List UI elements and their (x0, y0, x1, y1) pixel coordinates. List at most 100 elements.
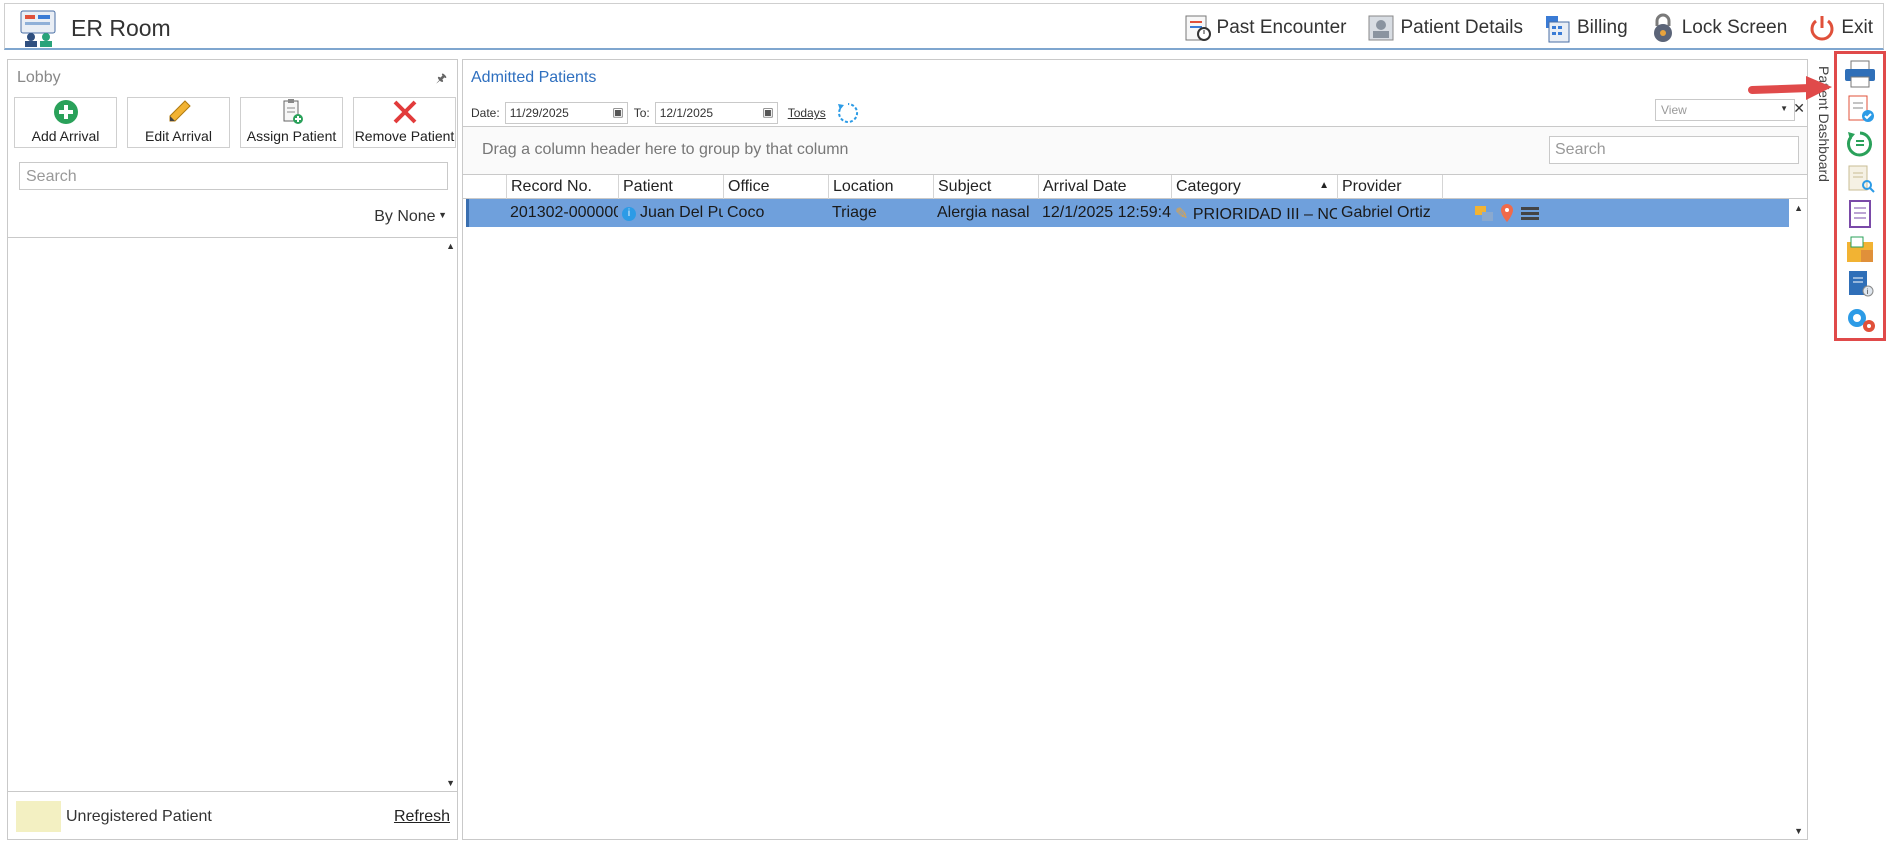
history-icon[interactable] (1843, 129, 1877, 159)
column-header-record-no[interactable]: Record No. (507, 175, 619, 199)
row-indicator-header (463, 175, 507, 199)
lobby-title: Lobby (17, 69, 61, 86)
report-icon[interactable] (1843, 199, 1877, 229)
patient-details-label: Patient Details (1400, 16, 1523, 38)
date-filter: Date: 11/29/2025 ▣ To: 12/1/2025 ▣ Todays (471, 99, 862, 127)
group-hint: Drag a column header here to group by th… (482, 141, 849, 158)
caret-down-icon: ▼ (1780, 104, 1788, 113)
power-icon (1810, 15, 1834, 40)
patient-dashboard-toolbar: i (1834, 51, 1886, 341)
past-encounter-label: Past Encounter (1216, 16, 1347, 38)
table-row[interactable]: 201302-0000001 i Juan Del Pueblo Coco Tri… (466, 199, 1789, 227)
date-from-input[interactable]: 11/29/2025 ▣ (504, 102, 628, 124)
past-encounter-icon (1185, 15, 1211, 41)
cell-category: ✎ PRIORIDAD III – NO URGENTE (1171, 199, 1337, 227)
lobby-list[interactable]: ▲ ▼ (8, 237, 457, 792)
cell-provider: Gabriel Ortiz (1341, 204, 1431, 221)
column-header-arrival-date[interactable]: Arrival Date (1039, 175, 1172, 199)
row-indicator (466, 199, 506, 227)
document-search-icon[interactable] (1843, 164, 1877, 194)
sort-ascending-icon: ▲ (1319, 180, 1329, 191)
column-header-subject[interactable]: Subject (934, 175, 1039, 199)
cell-record-no: 201302-0000001 (510, 204, 618, 221)
menu-icon[interactable] (1520, 204, 1540, 222)
info-icon[interactable]: i (622, 207, 636, 221)
scroll-down-arrow-icon[interactable]: ▼ (1794, 826, 1803, 836)
caret-down-icon: ▼ (435, 210, 447, 220)
edit-arrival-button[interactable]: Edit Arrival (127, 97, 230, 148)
exit-button[interactable]: Exit (1797, 4, 1883, 51)
assign-patient-label: Assign Patient (246, 128, 337, 144)
checklist-icon[interactable] (1843, 94, 1877, 124)
column-header-category[interactable]: Category ▲ (1172, 175, 1338, 199)
admitted-patients-panel: Admitted Patients Date: 11/29/2025 ▣ To: … (462, 59, 1808, 840)
admitted-title: Admitted Patients (471, 69, 597, 86)
printer-icon[interactable] (1843, 59, 1877, 89)
scroll-up-arrow-icon[interactable]: ▲ (1794, 203, 1803, 213)
todays-link[interactable]: Todays (788, 106, 826, 120)
unregistered-legend-label: Unregistered Patient (66, 808, 212, 825)
date-to-input[interactable]: 12/1/2025 ▣ (654, 102, 778, 124)
folder-icon[interactable] (1843, 234, 1877, 264)
calendar-icon[interactable]: ▣ (762, 105, 773, 119)
svg-text:i: i (1867, 288, 1869, 296)
lock-icon (1653, 13, 1672, 42)
edit-arrival-label: Edit Arrival (145, 128, 212, 144)
app-title: ER Room (71, 15, 171, 41)
cell-arrival-date: 12/1/2025 12:59:45 PM (1042, 204, 1171, 221)
patient-name: Juan Del Pueblo (640, 204, 723, 221)
info-document-icon[interactable]: i (1843, 269, 1877, 299)
pin-icon[interactable]: 🖈 (436, 69, 447, 90)
exit-label: Exit (1841, 16, 1873, 38)
group-by-label: By None (374, 208, 436, 225)
calendar-icon[interactable]: ▣ (612, 105, 623, 119)
group-by-panel[interactable]: Drag a column header here to group by th… (463, 126, 1807, 175)
scroll-down-arrow-icon[interactable]: ▼ (446, 778, 455, 788)
remove-patient-button[interactable]: Remove Patient (353, 97, 456, 148)
title-bar: ER Room Past Encounter Patient Details B… (4, 3, 1884, 50)
settings-icon[interactable] (1843, 304, 1877, 334)
lobby-toolbar: Add Arrival Edit Arrival Assign Patient … (14, 97, 456, 148)
red-arrow-icon (1748, 76, 1832, 100)
group-by-dropdown[interactable]: By None ▼ (374, 208, 447, 226)
patient-details-button[interactable]: Patient Details (1356, 4, 1533, 51)
transfer-icon[interactable] (1474, 204, 1494, 222)
add-icon (53, 100, 78, 124)
to-label: To: (633, 106, 650, 120)
row-actions (1442, 199, 1562, 227)
column-header-location[interactable]: Location (829, 175, 934, 199)
lock-screen-button[interactable]: Lock Screen (1638, 4, 1798, 51)
add-arrival-button[interactable]: Add Arrival (14, 97, 117, 148)
category-header-label: Category (1176, 178, 1241, 195)
past-encounter-button[interactable]: Past Encounter (1173, 4, 1357, 51)
column-header-office[interactable]: Office (724, 175, 829, 199)
remove-patient-label: Remove Patient (354, 128, 455, 144)
scroll-up-arrow-icon[interactable]: ▲ (446, 241, 455, 251)
top-navigation: Past Encounter Patient Details Billing L… (1173, 4, 1883, 51)
grid-header: Record No. Patient Office Location Subje… (463, 175, 1807, 199)
refresh-link[interactable]: Refresh (394, 808, 450, 826)
app-logo-icon (20, 10, 56, 47)
clear-view-icon[interactable]: ✕ (1793, 100, 1805, 117)
remove-icon (393, 100, 416, 124)
column-header-provider[interactable]: Provider (1338, 175, 1443, 199)
category-pencil-icon: ✎ (1175, 206, 1189, 223)
lobby-search-input[interactable]: Search (19, 162, 448, 190)
cell-location: Triage (832, 204, 877, 221)
billing-icon (1545, 15, 1570, 42)
view-select[interactable]: View ▼ (1655, 99, 1795, 121)
lock-screen-label: Lock Screen (1681, 16, 1788, 38)
grid-search-input[interactable]: Search (1549, 136, 1799, 164)
billing-button[interactable]: Billing (1533, 4, 1638, 51)
location-pin-icon[interactable] (1500, 203, 1514, 223)
view-placeholder: View (1661, 103, 1687, 117)
column-header-patient[interactable]: Patient (619, 175, 724, 199)
refresh-icon[interactable] (834, 99, 862, 127)
add-arrival-label: Add Arrival (31, 128, 100, 144)
lobby-panel: Lobby 🖈 Add Arrival Edit Arrival Assign … (7, 59, 458, 840)
pencil-icon (169, 100, 191, 122)
date-from-value: 11/29/2025 (509, 106, 569, 120)
assign-patient-button[interactable]: Assign Patient (240, 97, 343, 148)
date-label: Date: (471, 106, 500, 120)
unregistered-color-swatch (16, 801, 61, 832)
